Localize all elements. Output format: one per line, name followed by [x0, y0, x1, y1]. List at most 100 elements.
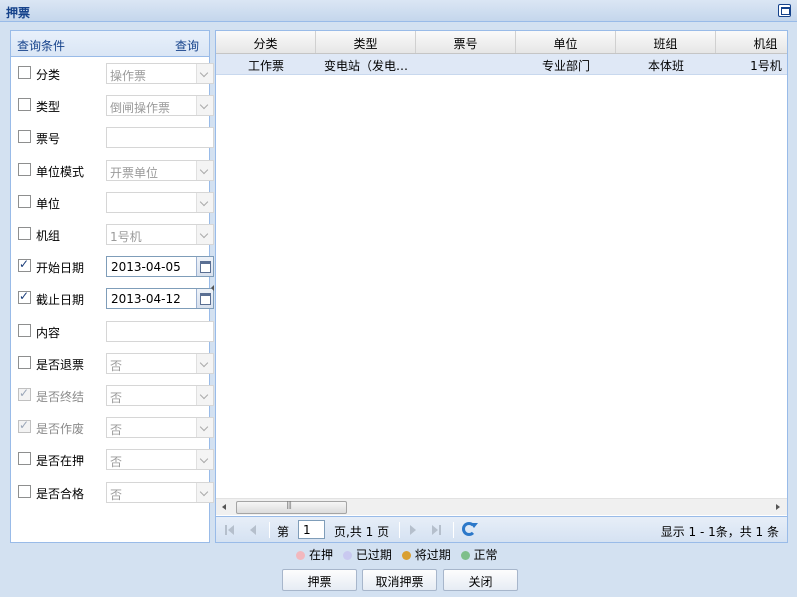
scrollbar-thumb[interactable] — [236, 500, 347, 514]
column-header[interactable]: 单位 — [516, 31, 616, 53]
last-page-icon[interactable] — [430, 524, 442, 536]
field-value: 否 — [110, 391, 123, 405]
query-conditions-label: 查询条件 — [17, 39, 66, 53]
filter-checkbox[interactable] — [18, 227, 31, 240]
column-header[interactable]: 机组 — [716, 31, 787, 53]
filter-select[interactable]: 否 — [106, 385, 214, 406]
filter-row: 是否作废 否 — [17, 416, 214, 438]
field-value: 2013-04-05 — [111, 260, 181, 274]
scroll-left-icon[interactable] — [222, 504, 226, 510]
column-header[interactable]: 班组 — [616, 31, 716, 53]
filter-row: 单位模式 开票单位 — [17, 159, 214, 181]
query-panel-header: 查询条件 查询 — [11, 31, 209, 57]
filter-text-input[interactable] — [106, 321, 214, 342]
filter-row: 机组 1号机 — [17, 223, 214, 245]
filter-checkbox[interactable] — [18, 98, 31, 111]
legend-label: 正常 — [473, 548, 498, 562]
filter-checkbox[interactable] — [18, 195, 31, 208]
chevron-down-icon[interactable] — [196, 386, 213, 405]
chevron-down-icon[interactable] — [196, 64, 213, 83]
status-legend: 在押 已过期 将过期 正常 — [296, 546, 504, 562]
cancel-pawn-button[interactable]: 取消押票 — [362, 569, 437, 591]
legend-item: 在押 — [296, 546, 333, 563]
field-value: 2013-04-12 — [111, 292, 181, 306]
filter-label: 分类 — [36, 68, 61, 82]
pagination-toolbar: 第 1 页,共 1 页 显示 1 - 1条，共 1 条 — [216, 516, 787, 542]
filter-row: 分类 操作票 — [17, 62, 214, 84]
filter-checkbox[interactable] — [18, 130, 31, 143]
chevron-down-icon[interactable] — [196, 161, 213, 180]
page-prefix-label: 第 — [277, 525, 290, 539]
filter-checkbox — [18, 418, 31, 433]
chevron-down-icon[interactable] — [196, 418, 213, 437]
filter-checkbox[interactable] — [18, 163, 31, 176]
column-header[interactable]: 类型 — [316, 31, 416, 53]
pawn-button[interactable]: 押票 — [282, 569, 357, 591]
calendar-icon[interactable] — [196, 257, 213, 276]
legend-item: 正常 — [460, 546, 498, 563]
chevron-down-icon[interactable] — [196, 450, 213, 469]
filter-select[interactable] — [106, 192, 214, 213]
filter-label: 是否合格 — [36, 487, 85, 501]
legend-label: 在押 — [309, 548, 334, 562]
chevron-down-icon[interactable] — [196, 193, 213, 212]
filter-select[interactable]: 否 — [106, 482, 214, 503]
column-header[interactable]: 分类 — [216, 31, 316, 53]
filter-label: 内容 — [36, 326, 61, 340]
legend-item: 已过期 — [342, 546, 392, 563]
filter-select[interactable]: 1号机 — [106, 224, 214, 245]
filter-text-input[interactable] — [106, 127, 214, 148]
prev-page-icon[interactable] — [246, 524, 258, 536]
paging-info: 显示 1 - 1条，共 1 条 — [660, 525, 779, 539]
grid-header: 分类 类型 票号 单位 班组 机组 — [216, 31, 787, 54]
filter-select[interactable]: 否 — [106, 417, 214, 438]
column-header[interactable]: 票号 — [416, 31, 516, 53]
filter-label: 单位模式 — [36, 165, 85, 179]
close-button[interactable]: 关闭 — [443, 569, 518, 591]
date-field[interactable]: 2013-04-05 — [106, 256, 214, 277]
refresh-icon[interactable] — [462, 522, 478, 536]
horizontal-scrollbar[interactable] — [216, 498, 787, 515]
filter-label: 截止日期 — [36, 293, 85, 307]
table-row[interactable]: 工作票 变电站（发电… 专业部门 本体班 1号机 — [216, 54, 787, 75]
maximize-icon[interactable] — [778, 4, 791, 17]
chevron-down-icon[interactable] — [196, 483, 213, 502]
filter-select[interactable]: 操作票 — [106, 63, 214, 84]
date-field[interactable]: 2013-04-12 — [106, 288, 214, 309]
filter-label: 是否在押 — [36, 454, 85, 468]
filter-row: 是否终结 否 — [17, 384, 214, 406]
toolbar-separator — [453, 522, 454, 538]
filter-checkbox[interactable] — [18, 452, 31, 465]
filter-select[interactable]: 开票单位 — [106, 160, 214, 181]
filter-checkbox[interactable] — [18, 324, 31, 337]
filter-checkbox[interactable] — [18, 257, 31, 272]
filter-checkbox[interactable] — [18, 66, 31, 79]
field-value: 否 — [110, 455, 123, 469]
filter-checkbox[interactable] — [18, 485, 31, 498]
page-total-label: 页,共 1 页 — [334, 525, 390, 539]
table-cell: 本体班 — [647, 59, 684, 73]
filter-label: 单位 — [36, 197, 61, 211]
legend-label: 将过期 — [414, 548, 451, 562]
filter-checkbox — [18, 386, 31, 401]
search-button[interactable]: 查询 — [175, 37, 199, 54]
legend-dot-icon — [296, 551, 305, 560]
legend-dot-icon — [460, 551, 470, 560]
chevron-down-icon[interactable] — [196, 354, 213, 373]
legend-dot-icon — [401, 551, 411, 560]
filter-label: 开始日期 — [36, 261, 85, 275]
filter-label: 类型 — [36, 100, 61, 114]
filter-select[interactable]: 倒闸操作票 — [106, 95, 214, 116]
chevron-down-icon[interactable] — [196, 225, 213, 244]
scroll-right-icon[interactable] — [776, 504, 780, 510]
page-number-input[interactable]: 1 — [298, 520, 325, 539]
next-page-icon[interactable] — [408, 524, 420, 536]
field-value: 开票单位 — [110, 166, 159, 180]
filter-select[interactable]: 否 — [106, 353, 214, 374]
chevron-down-icon[interactable] — [196, 96, 213, 115]
filter-select[interactable]: 否 — [106, 449, 214, 470]
filter-row: 是否合格 否 — [17, 481, 214, 503]
filter-checkbox[interactable] — [18, 289, 31, 304]
first-page-icon[interactable] — [224, 524, 236, 536]
filter-checkbox[interactable] — [18, 356, 31, 369]
